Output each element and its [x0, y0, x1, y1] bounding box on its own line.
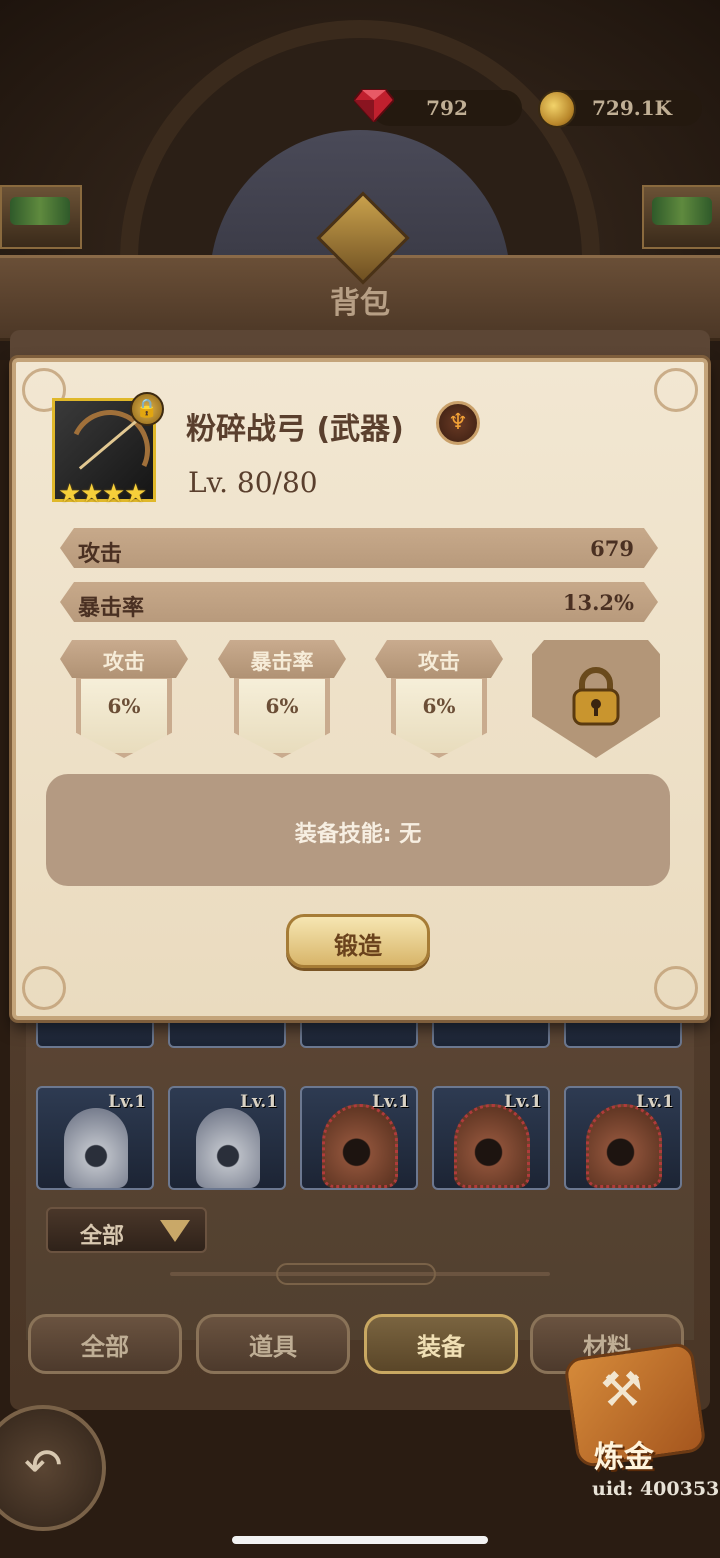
- page-title: 背包: [330, 286, 390, 321]
- substat-name: 攻击: [103, 650, 145, 674]
- left-pillar: [0, 185, 82, 249]
- stat-value: 679: [590, 536, 634, 561]
- tab-items[interactable]: 道具: [196, 1314, 350, 1374]
- gem-count: 792: [426, 96, 468, 120]
- weapon-type-icon: ♆: [436, 401, 480, 445]
- tile-level: Lv.1: [240, 1092, 278, 1112]
- back-arrow-icon: ↶: [24, 1438, 63, 1492]
- tile-level: Lv.1: [504, 1092, 542, 1112]
- star-icon: ★: [58, 479, 82, 509]
- forge-button-label: 锻造: [334, 932, 382, 960]
- tile-level: Lv.1: [372, 1092, 410, 1112]
- tab-label: 装备: [417, 1332, 465, 1361]
- tab-all[interactable]: 全部: [28, 1314, 182, 1374]
- gem-counter[interactable]: 792: [372, 90, 522, 126]
- gem-icon: [354, 89, 394, 122]
- padlock-icon: [572, 667, 620, 726]
- substat-value: 6%: [265, 694, 299, 718]
- inventory-tile[interactable]: Lv.1: [36, 1086, 154, 1190]
- brown-hood-icon: [322, 1104, 398, 1188]
- substat-shield: 攻击 6%: [60, 640, 188, 758]
- dropdown-arrow-icon: [160, 1220, 190, 1242]
- substat-shield: 攻击 6%: [375, 640, 503, 758]
- tab-label: 全部: [81, 1332, 129, 1361]
- gold-count: 729.1K: [591, 96, 672, 120]
- alchemy-label: 炼金: [594, 1440, 654, 1475]
- substat-value: 6%: [422, 694, 456, 718]
- brown-hood-icon: [586, 1104, 662, 1188]
- inventory-tile[interactable]: Lv.1: [564, 1086, 682, 1190]
- item-name: 粉碎战弓 (武器): [186, 412, 404, 447]
- home-indicator[interactable]: [232, 1536, 488, 1544]
- substat-name: 暴击率: [250, 650, 314, 674]
- stat-name: 攻击: [78, 542, 123, 567]
- right-pillar: [642, 185, 720, 249]
- substat-name: 攻击: [418, 650, 460, 674]
- corner-ornament: [22, 966, 66, 1010]
- white-hood-icon: [196, 1108, 260, 1188]
- tab-label: 道具: [249, 1332, 297, 1361]
- lock-badge-icon[interactable]: 🔒: [130, 392, 164, 426]
- gold-coin-icon: [538, 90, 576, 128]
- inventory-tile[interactable]: Lv.1: [168, 1086, 286, 1190]
- item-level: Lv. 80/80: [188, 466, 318, 499]
- corner-ornament: [654, 368, 698, 412]
- filter-label: 全部: [80, 1224, 125, 1249]
- tab-equipment[interactable]: 装备: [364, 1314, 518, 1374]
- tile-level: Lv.1: [108, 1092, 146, 1112]
- divider-ornament: [276, 1263, 436, 1285]
- star-icon: ★: [124, 479, 148, 509]
- brown-hood-icon: [454, 1104, 530, 1188]
- equipment-skill-text: 装备技能: 无: [294, 822, 422, 847]
- substat-shield: 暴击率 6%: [218, 640, 346, 758]
- hammer-icon: ⚒: [600, 1362, 644, 1418]
- inventory-tile[interactable]: Lv.1: [432, 1086, 550, 1190]
- tile-level: Lv.1: [636, 1092, 674, 1112]
- user-id: uid: 400353: [592, 1478, 720, 1500]
- corner-ornament: [654, 966, 698, 1010]
- substat-value: 6%: [107, 694, 141, 718]
- stat-name: 暴击率: [78, 596, 145, 621]
- star-icon: ★: [102, 479, 126, 509]
- star-icon: ★: [80, 479, 104, 509]
- stat-value: 13.2%: [562, 590, 634, 615]
- inventory-tile[interactable]: Lv.1: [300, 1086, 418, 1190]
- white-hood-icon: [64, 1108, 128, 1188]
